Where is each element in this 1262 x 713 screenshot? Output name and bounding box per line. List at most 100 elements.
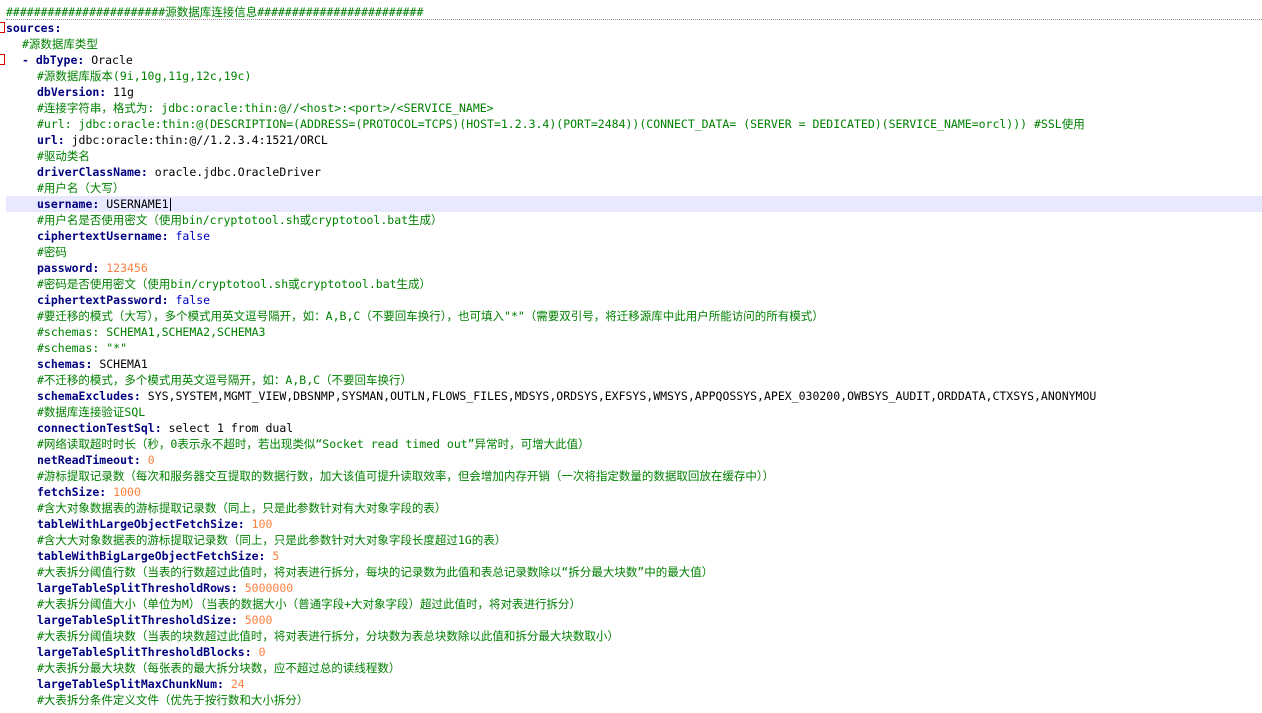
value-dbType: Oracle [84, 53, 133, 67]
code-line: #大表拆分阈值块数（当表的块数超过此值时，将对表进行拆分，分块数为表总块数除以此… [6, 628, 1262, 644]
code-line: largeTableSplitThresholdBlocks: 0 [6, 644, 1262, 660]
code-line: #驱动类名 [6, 148, 1262, 164]
key-schemas: schemas: [37, 357, 93, 371]
comment-text: #大表拆分阈值块数（当表的块数超过此值时，将对表进行拆分，分块数为表总块数除以此… [37, 629, 619, 643]
code-line: sources: [6, 20, 1262, 36]
code-line: #大表拆分最大块数（每张表的最大拆分块数，应不超过总的读线程数） [6, 660, 1262, 676]
comment-text: #源数据库类型 [22, 37, 98, 51]
code-line: largeTableSplitMaxChunkNum: 24 [6, 676, 1262, 692]
code-line: #######################源数据库连接信息#########… [6, 4, 1262, 20]
code-line: #不迁移的模式，多个模式用英文逗号隔开，如：A,B,C（不要回车换行） [6, 372, 1262, 388]
value-schemas: SCHEMA1 [92, 357, 148, 371]
key-largeTableSplitMaxChunkNum: largeTableSplitMaxChunkNum: [37, 677, 224, 691]
comment-text: #密码是否使用密文（使用bin/cryptotool.sh或cryptotool… [37, 277, 432, 291]
value-largeTableSplitMaxChunkNum: 24 [223, 677, 245, 691]
value-dbVersion: 11g [106, 85, 134, 99]
code-line: #含大对象数据表的游标提取记录数（同上，只是此参数针对有大对象字段的表） [6, 500, 1262, 516]
code-line: tableWithBigLargeObjectFetchSize: 5 [6, 548, 1262, 564]
code-line: #大表拆分条件定义文件（优先于按行数和大小拆分） [6, 692, 1262, 708]
code-line: #数据库连接验证SQL [6, 404, 1262, 420]
comment-text: #schemas: "*" [37, 341, 128, 355]
value-tableWithBigLargeObjectFetchSize: 5 [265, 549, 280, 563]
code-line: #连接字符串，格式为: jdbc:oracle:thin:@//<host>:<… [6, 100, 1262, 116]
key-connectionTestSql: connectionTestSql: [37, 421, 162, 435]
code-line: #大表拆分阈值行数（当表的行数超过此值时，将对表进行拆分，每块的记录数为此值和表… [6, 564, 1262, 580]
key-netReadTimeout: netReadTimeout: [37, 453, 141, 467]
value-ciphertextPassword: false [168, 293, 211, 307]
value-schemaExcludes: SYS,SYSTEM,MGMT_VIEW,DBSNMP,SYSMAN,OUTLN… [140, 389, 1097, 403]
key-fetchSize: fetchSize: [37, 485, 107, 499]
header-comment: #######################源数据库连接信息#########… [6, 5, 424, 19]
code-line: #密码 [6, 244, 1262, 260]
code-line: #schemas: SCHEMA1,SCHEMA2,SCHEMA3 [6, 324, 1262, 340]
key-password: password: [37, 261, 100, 275]
code-line: tableWithLargeObjectFetchSize: 100 [6, 516, 1262, 532]
comment-text: #schemas: SCHEMA1,SCHEMA2,SCHEMA3 [37, 325, 266, 339]
key-driverClassName: driverClassName: [37, 165, 148, 179]
code-line: schemaExcludes: SYS,SYSTEM,MGMT_VIEW,DBS… [6, 388, 1262, 404]
value-password: 123456 [99, 261, 148, 275]
code-line: url: jdbc:oracle:thin:@//1.2.3.4:1521/OR… [6, 132, 1262, 148]
text-caret [169, 198, 171, 211]
code-line: #源数据库类型 [6, 36, 1262, 52]
comment-text: #网络读取超时时长（秒，0表示永不超时，若出现类似“Socket read ti… [37, 437, 590, 451]
key-ciphertextUsername: ciphertextUsername: [37, 229, 169, 243]
comment-text: #用户名（大写） [37, 181, 125, 195]
code-editor[interactable]: #######################源数据库连接信息#########… [0, 0, 1262, 713]
key-dbVersion: dbVersion: [37, 85, 107, 99]
key-largeTableSplitThresholdBlocks: largeTableSplitThresholdBlocks: [37, 645, 252, 659]
code-line: dbVersion: 11g [6, 84, 1262, 100]
value-tableWithLargeObjectFetchSize: 100 [244, 517, 273, 531]
code-line-current[interactable]: username: USERNAME1 [6, 196, 1262, 212]
code-line: #用户名是否使用密文（使用bin/cryptotool.sh或cryptotoo… [6, 212, 1262, 228]
value-largeTableSplitThresholdBlocks: 0 [251, 645, 266, 659]
value-ciphertextUsername: false [168, 229, 211, 243]
comment-text: #用户名是否使用密文（使用bin/cryptotool.sh或cryptotoo… [37, 213, 443, 227]
code-line: #密码是否使用密文（使用bin/cryptotool.sh或cryptotool… [6, 276, 1262, 292]
code-line: ciphertextUsername: false [6, 228, 1262, 244]
key-schemaExcludes: schemaExcludes: [37, 389, 141, 403]
key-largeTableSplitThresholdRows: largeTableSplitThresholdRows: [37, 581, 238, 595]
code-line: largeTableSplitThresholdSize: 5000 [6, 612, 1262, 628]
code-line: #游标提取记录数（每次和服务器交互提取的数据行数，加大该值可提升读取效率，但会增… [6, 468, 1262, 484]
code-line: largeTableSplitThresholdRows: 5000000 [6, 580, 1262, 596]
key-ciphertextPassword: ciphertextPassword: [37, 293, 169, 307]
list-dash: - [22, 53, 36, 67]
comment-text: #url: jdbc:oracle:thin:@(DESCRIPTION=(AD… [37, 117, 1085, 131]
key-username: username: [37, 197, 100, 211]
comment-text: #大表拆分条件定义文件（优先于按行数和大小拆分） [37, 693, 309, 707]
comment-text: #不迁移的模式，多个模式用英文逗号隔开，如：A,B,C（不要回车换行） [37, 373, 413, 387]
code-line: driverClassName: oracle.jdbc.OracleDrive… [6, 164, 1262, 180]
comment-text: #密码 [37, 245, 67, 259]
code-line: #源数据库版本(9i,10g,11g,12c,19c) [6, 68, 1262, 84]
fold-marker-list-item[interactable] [0, 54, 5, 65]
value-username: USERNAME1 [99, 197, 169, 211]
code-lines[interactable]: #######################源数据库连接信息#########… [6, 4, 1262, 708]
code-line: #含大大对象数据表的游标提取记录数（同上，只是此参数针对大对象字段长度超过1G的… [6, 532, 1262, 548]
key-tableWithLargeObjectFetchSize: tableWithLargeObjectFetchSize: [37, 517, 245, 531]
key-tableWithBigLargeObjectFetchSize: tableWithBigLargeObjectFetchSize: [37, 549, 266, 563]
sources-key: sources: [6, 21, 62, 35]
code-line: #schemas: "*" [6, 340, 1262, 356]
comment-text: #含大对象数据表的游标提取记录数（同上，只是此参数针对有大对象字段的表） [37, 501, 447, 515]
code-line: connectionTestSql: select 1 from dual [6, 420, 1262, 436]
comment-text: #数据库连接验证SQL [37, 405, 146, 419]
key-dbType: dbType: [35, 53, 85, 67]
comment-text: #大表拆分阈值大小（单位为M）（当表的数据大小（普通字段+大对象字段）超过此值时… [37, 597, 582, 611]
comment-text: #大表拆分最大块数（每张表的最大拆分块数，应不超过总的读线程数） [37, 661, 401, 675]
key-url: url: [37, 133, 65, 147]
code-line: ciphertextPassword: false [6, 292, 1262, 308]
value-largeTableSplitThresholdSize: 5000 [237, 613, 273, 627]
key-largeTableSplitThresholdSize: largeTableSplitThresholdSize: [37, 613, 238, 627]
comment-text: #连接字符串，格式为: jdbc:oracle:thin:@//<host>:<… [37, 101, 494, 115]
code-line: #用户名（大写） [6, 180, 1262, 196]
comment-text: #含大大对象数据表的游标提取记录数（同上，只是此参数针对大对象字段长度超过1G的… [37, 533, 507, 547]
code-line: netReadTimeout: 0 [6, 452, 1262, 468]
comment-text: #驱动类名 [37, 149, 90, 163]
code-line: #大表拆分阈值大小（单位为M）（当表的数据大小（普通字段+大对象字段）超过此值时… [6, 596, 1262, 612]
code-line: fetchSize: 1000 [6, 484, 1262, 500]
comment-text: #源数据库版本(9i,10g,11g,12c,19c) [37, 69, 252, 83]
fold-marker-sources[interactable] [0, 22, 5, 33]
value-driverClassName: oracle.jdbc.OracleDriver [147, 165, 321, 179]
value-url: jdbc:oracle:thin:@//1.2.3.4:1521/ORCL [64, 133, 328, 147]
